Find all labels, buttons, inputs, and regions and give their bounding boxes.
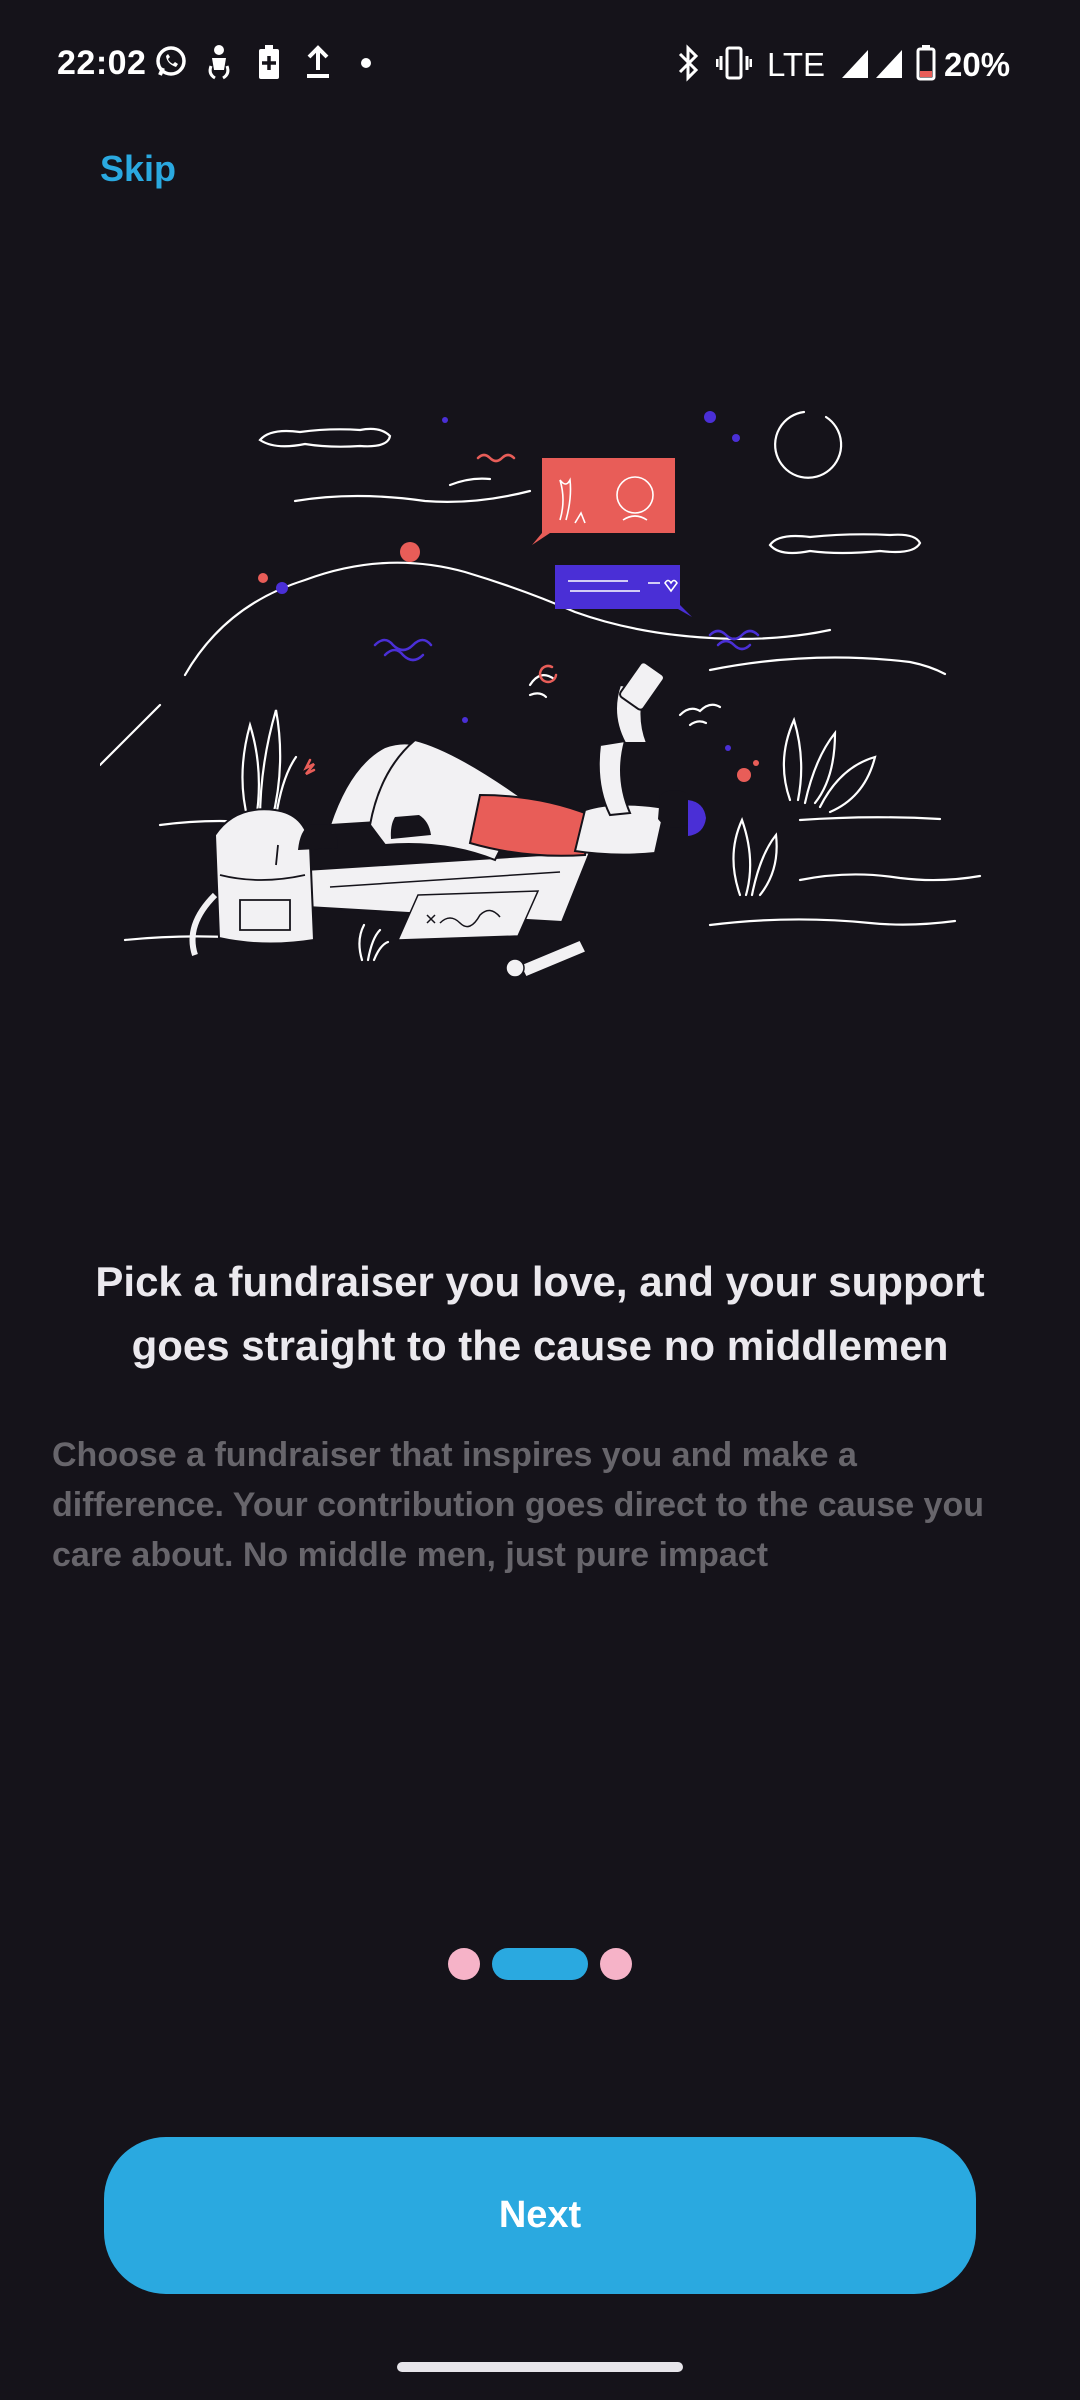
page-dot bbox=[448, 1948, 480, 1980]
page-dot-active bbox=[492, 1948, 588, 1980]
page-dot bbox=[600, 1948, 632, 1980]
skip-button[interactable]: Skip bbox=[100, 148, 176, 190]
battery-icon bbox=[916, 45, 936, 81]
dot-icon bbox=[361, 58, 371, 68]
battery-saver-icon bbox=[259, 45, 279, 79]
person-icon bbox=[208, 45, 230, 80]
signal-icon bbox=[876, 50, 902, 78]
upload-icon bbox=[307, 45, 329, 78]
status-time: 22:02 bbox=[57, 44, 147, 82]
page-indicator bbox=[0, 1948, 1080, 1980]
bluetooth-icon bbox=[678, 44, 699, 82]
onboarding-illustration bbox=[100, 410, 982, 978]
home-indicator[interactable] bbox=[397, 2362, 683, 2372]
system-icons: LTE 20% bbox=[676, 44, 1010, 88]
signal-icon bbox=[842, 50, 868, 78]
battery-percent: 20% bbox=[944, 46, 1011, 83]
network-type: LTE bbox=[767, 46, 826, 83]
moon-shape bbox=[774, 410, 843, 479]
next-button[interactable]: Next bbox=[104, 2137, 976, 2294]
vibrate-icon bbox=[716, 46, 752, 80]
whatsapp-icon bbox=[156, 46, 186, 76]
page-title: Pick a fundraiser you love, and your sup… bbox=[95, 1258, 985, 1369]
description-text: Choose a fundraiser that inspires you an… bbox=[52, 1436, 984, 1574]
next-button-label: Next bbox=[498, 2194, 582, 2236]
status-bar: 22:02 LTE 20% bbox=[0, 0, 1080, 130]
